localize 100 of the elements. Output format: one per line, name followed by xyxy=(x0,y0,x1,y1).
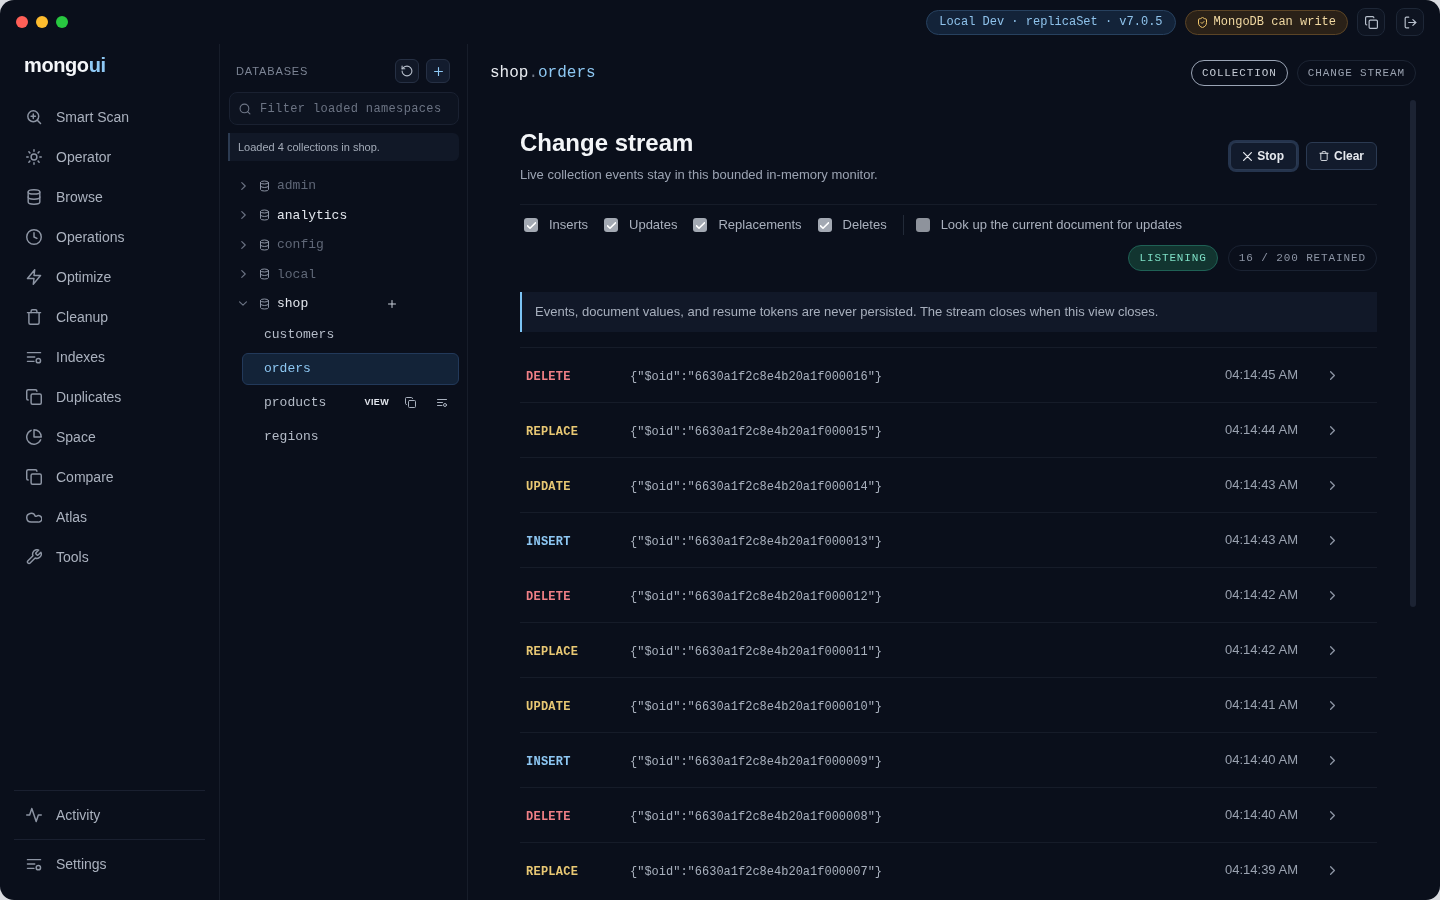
logout-icon xyxy=(1403,15,1417,29)
minimize-window-icon[interactable] xyxy=(36,16,48,28)
event-type: REPLACE xyxy=(526,425,579,439)
pulse-icon xyxy=(26,807,42,823)
document-key: {"$oid":"6630a1f2c8e4b20a1f000013"} xyxy=(630,535,883,549)
chevron-right-icon[interactable] xyxy=(1330,645,1335,655)
checkbox[interactable] xyxy=(915,218,930,232)
event-time: 04:14:44 AM xyxy=(1225,421,1298,440)
chevron-right-icon[interactable] xyxy=(240,211,246,220)
chevron-right-icon[interactable] xyxy=(1330,700,1335,710)
refresh-icon xyxy=(401,65,413,77)
app-logo: mongoui xyxy=(24,54,106,76)
document-key: {"$oid":"6630a1f2c8e4b20a1f000014"} xyxy=(630,480,883,494)
event-row[interactable]: UPDATE {"$oid":"6630a1f2c8e4b20a1f000014"} 04:14:43 AM xyxy=(520,457,1377,512)
privacy-notice: Events, document values, and resume tokens are never persisted. The stream closes when this view closes. xyxy=(520,292,1377,332)
chevron-right-icon[interactable] xyxy=(1330,480,1335,490)
add-database-button[interactable] xyxy=(426,59,450,83)
event-time: 04:14:39 AM xyxy=(1225,861,1298,880)
collection-item[interactable]: regions xyxy=(242,420,459,453)
document-key: {"$oid":"6630a1f2c8e4b20a1f000009"} xyxy=(630,755,883,769)
close-window-icon[interactable] xyxy=(16,16,28,28)
checkbox-label[interactable]: Look up the current document for updates xyxy=(940,215,1182,235)
document-key: {"$oid":"6630a1f2c8e4b20a1f000012"} xyxy=(630,590,883,604)
collection-item[interactable]: orders xyxy=(242,352,459,385)
nav-item[interactable]: Browse xyxy=(14,177,205,217)
sun-icon xyxy=(26,149,42,165)
document-key: {"$oid":"6630a1f2c8e4b20a1f000015"} xyxy=(630,425,883,439)
nav-item[interactable]: Operations xyxy=(14,217,205,257)
event-row[interactable]: DELETE {"$oid":"6630a1f2c8e4b20a1f000008"} 04:14:40 AM xyxy=(520,787,1377,842)
checkbox-label[interactable]: Inserts xyxy=(549,215,588,235)
event-row[interactable]: UPDATE {"$oid":"6630a1f2c8e4b20a1f000010"} 04:14:41 AM xyxy=(520,677,1377,732)
event-row[interactable]: INSERT {"$oid":"6630a1f2c8e4b20a1f000009"} 04:14:40 AM xyxy=(520,732,1377,787)
checkbox-label[interactable]: Deletes xyxy=(842,215,887,235)
chevron-right-icon[interactable] xyxy=(1330,425,1335,435)
nav-item[interactable]: Compare xyxy=(14,457,205,497)
event-row[interactable]: REPLACE {"$oid":"6630a1f2c8e4b20a1f000015"} 04:14:44 AM xyxy=(520,402,1377,457)
nav-item[interactable]: Operator xyxy=(14,137,205,177)
database-item[interactable]: analytics xyxy=(228,200,459,230)
event-row[interactable]: INSERT {"$oid":"6630a1f2c8e4b20a1f000013"} 04:14:43 AM xyxy=(520,512,1377,567)
settings-icon xyxy=(26,856,42,872)
list-icon[interactable] xyxy=(436,397,448,408)
chevron-right-icon[interactable] xyxy=(240,240,246,249)
chevron-right-icon[interactable] xyxy=(1330,865,1335,875)
chevron-right-icon[interactable] xyxy=(240,270,246,279)
nav-item[interactable]: Space xyxy=(14,417,205,457)
panel-heading: DATABASES xyxy=(236,63,309,79)
database-icon xyxy=(26,189,42,205)
nav-item[interactable]: Activity xyxy=(14,795,205,835)
maximize-window-icon[interactable] xyxy=(56,16,68,28)
nav-item[interactable]: Duplicates xyxy=(14,377,205,417)
event-type: UPDATE xyxy=(526,700,571,714)
view-button[interactable]: VIEW xyxy=(364,395,389,410)
plus-icon xyxy=(433,66,443,76)
event-type: DELETE xyxy=(526,370,571,384)
chevron-right-icon[interactable] xyxy=(1330,535,1335,545)
event-time: 04:14:43 AM xyxy=(1225,531,1298,550)
chevron-right-icon[interactable] xyxy=(240,181,246,190)
refresh-button[interactable] xyxy=(395,59,419,83)
nav-item[interactable]: Settings xyxy=(14,844,205,884)
collection-item[interactable]: customers xyxy=(242,318,459,351)
nav-item[interactable]: Tools xyxy=(14,537,205,577)
database-icon xyxy=(259,179,270,192)
nav-item[interactable]: Smart Scan xyxy=(14,97,205,137)
document-key: {"$oid":"6630a1f2c8e4b20a1f000011"} xyxy=(630,645,883,659)
event-row[interactable]: REPLACE {"$oid":"6630a1f2c8e4b20a1f000007"} 04:14:39 AM xyxy=(520,842,1377,897)
chevron-right-icon[interactable] xyxy=(1330,755,1335,765)
connection-badge: Local Dev · replicaSet · v7.0.5 xyxy=(926,9,1176,35)
plus-icon[interactable] xyxy=(388,299,396,308)
checkbox[interactable] xyxy=(693,218,708,232)
nav-item[interactable]: Optimize xyxy=(14,257,205,297)
checkbox-label[interactable]: Updates xyxy=(629,215,678,235)
clear-button[interactable]: Clear xyxy=(1305,142,1377,170)
chevron-right-icon[interactable] xyxy=(1330,590,1335,600)
chevron-right-icon[interactable] xyxy=(1330,810,1335,820)
checkbox[interactable] xyxy=(817,218,832,232)
nav-item[interactable]: Atlas xyxy=(14,497,205,537)
filter-field[interactable]: Filter loaded namespaces xyxy=(229,92,459,125)
trash-icon xyxy=(26,309,42,325)
stop-button[interactable]: Stop xyxy=(1230,142,1297,170)
logout-button[interactable] xyxy=(1396,8,1424,36)
scrollbar[interactable] xyxy=(1410,100,1416,607)
event-row[interactable]: REPLACE {"$oid":"6630a1f2c8e4b20a1f000011"} 04:14:42 AM xyxy=(520,622,1377,677)
checkbox[interactable] xyxy=(604,218,618,232)
window-button[interactable] xyxy=(1357,8,1385,36)
database-item[interactable]: shop xyxy=(228,289,459,319)
checkbox-label[interactable]: Replacements xyxy=(718,215,802,235)
copy-icon[interactable] xyxy=(405,397,416,408)
nav-item[interactable]: Indexes xyxy=(14,337,205,377)
event-row[interactable]: DELETE {"$oid":"6630a1f2c8e4b20a1f000012"} 04:14:42 AM xyxy=(520,567,1377,622)
chevron-right-icon[interactable] xyxy=(1330,370,1335,380)
clock-icon xyxy=(26,229,42,245)
checkbox[interactable] xyxy=(524,218,538,232)
database-icon xyxy=(259,209,270,222)
collection-item[interactable]: products VIEW xyxy=(242,386,459,419)
write-access-text: MongoDB can write xyxy=(1213,14,1336,31)
nav-item[interactable]: Cleanup xyxy=(14,297,205,337)
event-row[interactable]: DELETE {"$oid":"6630a1f2c8e4b20a1f000016"} 04:14:45 AM xyxy=(520,347,1377,402)
document-key: {"$oid":"6630a1f2c8e4b20a1f000008"} xyxy=(630,810,883,824)
event-time: 04:14:42 AM xyxy=(1225,586,1298,605)
chevron-down-icon[interactable] xyxy=(239,301,247,307)
